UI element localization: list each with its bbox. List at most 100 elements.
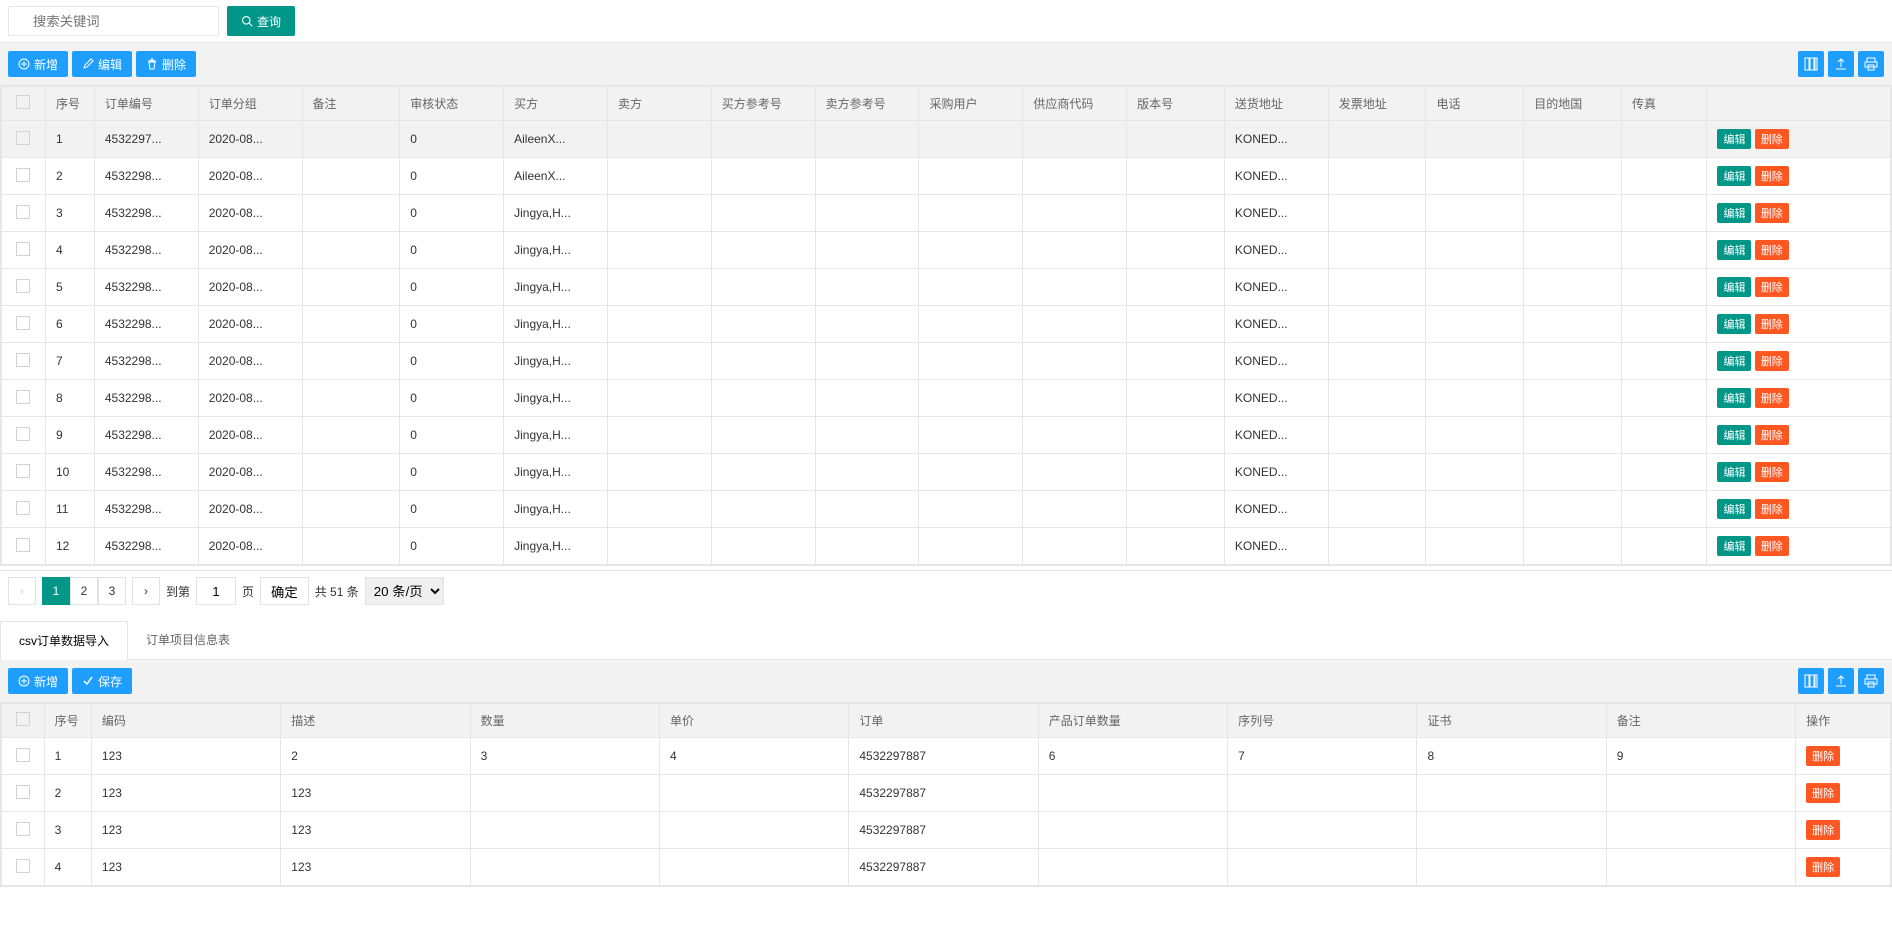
row-checkbox[interactable] bbox=[16, 279, 30, 293]
row-edit-button[interactable]: 编辑 bbox=[1717, 462, 1751, 482]
table-row[interactable]: 21231234532297887删除 bbox=[2, 775, 1891, 812]
row-checkbox[interactable] bbox=[16, 316, 30, 330]
row-checkbox[interactable] bbox=[16, 205, 30, 219]
row-checkbox[interactable] bbox=[16, 427, 30, 441]
row-edit-button[interactable]: 编辑 bbox=[1717, 314, 1751, 334]
page-number-button[interactable]: 1 bbox=[42, 577, 70, 605]
edit-button[interactable]: 编辑 bbox=[72, 51, 132, 77]
row-delete-button[interactable]: 删除 bbox=[1755, 351, 1789, 371]
select-all-checkbox[interactable] bbox=[16, 95, 30, 109]
row-checkbox[interactable] bbox=[16, 859, 30, 873]
cell bbox=[1426, 306, 1524, 343]
goto-input[interactable] bbox=[196, 577, 236, 605]
row-checkbox[interactable] bbox=[16, 131, 30, 145]
row-delete-button[interactable]: 删除 bbox=[1806, 857, 1840, 877]
page-number-button[interactable]: 2 bbox=[70, 577, 98, 605]
table-row[interactable]: 54532298...2020-08...0Jingya,H...KONED..… bbox=[2, 269, 1891, 306]
page-next-button[interactable]: › bbox=[132, 577, 160, 605]
table-row[interactable]: 94532298...2020-08...0Jingya,H...KONED..… bbox=[2, 417, 1891, 454]
page-number-button[interactable]: 3 bbox=[98, 577, 126, 605]
columns-icon bbox=[1804, 57, 1818, 71]
table-row[interactable]: 64532298...2020-08...0Jingya,H...KONED..… bbox=[2, 306, 1891, 343]
search-input[interactable] bbox=[8, 6, 219, 36]
page-prev-button[interactable]: ‹ bbox=[8, 577, 36, 605]
row-edit-button[interactable]: 编辑 bbox=[1717, 425, 1751, 445]
row-checkbox[interactable] bbox=[16, 464, 30, 478]
table-row[interactable]: 104532298...2020-08...0Jingya,H...KONED.… bbox=[2, 454, 1891, 491]
sub-add-button[interactable]: 新增 bbox=[8, 668, 68, 694]
tab-order-items[interactable]: 订单项目信息表 bbox=[128, 621, 248, 659]
table-row[interactable]: 34532298...2020-08...0Jingya,H...KONED..… bbox=[2, 195, 1891, 232]
cell bbox=[1621, 417, 1707, 454]
query-button[interactable]: 查询 bbox=[227, 6, 295, 36]
table-row[interactable]: 41231234532297887删除 bbox=[2, 849, 1891, 886]
cell: Jingya,H... bbox=[504, 417, 608, 454]
row-delete-button[interactable]: 删除 bbox=[1755, 240, 1789, 260]
row-checkbox[interactable] bbox=[16, 501, 30, 515]
sub-print-button[interactable] bbox=[1858, 668, 1884, 694]
row-edit-button[interactable]: 编辑 bbox=[1717, 277, 1751, 297]
table-row[interactable]: 31231234532297887删除 bbox=[2, 812, 1891, 849]
sub-save-button[interactable]: 保存 bbox=[72, 668, 132, 694]
row-delete-button[interactable]: 删除 bbox=[1755, 166, 1789, 186]
row-delete-button[interactable]: 删除 bbox=[1755, 536, 1789, 556]
row-delete-button[interactable]: 删除 bbox=[1806, 820, 1840, 840]
sub-columns-button[interactable] bbox=[1798, 668, 1824, 694]
sub-export-button[interactable] bbox=[1828, 668, 1854, 694]
check-icon bbox=[82, 675, 94, 687]
row-checkbox[interactable] bbox=[16, 785, 30, 799]
cell: 2 bbox=[44, 775, 91, 812]
print-button[interactable] bbox=[1858, 51, 1884, 77]
cell: 12 bbox=[45, 528, 94, 565]
row-delete-button[interactable]: 删除 bbox=[1806, 746, 1840, 766]
row-edit-button[interactable]: 编辑 bbox=[1717, 203, 1751, 223]
row-checkbox[interactable] bbox=[16, 538, 30, 552]
export-button[interactable] bbox=[1828, 51, 1854, 77]
row-edit-button[interactable]: 编辑 bbox=[1717, 388, 1751, 408]
tab-csv-import[interactable]: csv订单数据导入 bbox=[0, 621, 128, 660]
row-checkbox[interactable] bbox=[16, 822, 30, 836]
row-delete-button[interactable]: 删除 bbox=[1755, 277, 1789, 297]
add-button[interactable]: 新增 bbox=[8, 51, 68, 77]
row-checkbox[interactable] bbox=[16, 390, 30, 404]
cell: 4532297887 bbox=[849, 849, 1038, 886]
per-page-select[interactable]: 20 条/页 bbox=[365, 577, 444, 605]
table-row[interactable]: 112323445322978876789删除 bbox=[2, 738, 1891, 775]
row-checkbox[interactable] bbox=[16, 353, 30, 367]
columns-button[interactable] bbox=[1798, 51, 1824, 77]
sub-select-all-checkbox[interactable] bbox=[16, 712, 30, 726]
row-edit-button[interactable]: 编辑 bbox=[1717, 351, 1751, 371]
table-row[interactable]: 84532298...2020-08...0Jingya,H...KONED..… bbox=[2, 380, 1891, 417]
row-delete-button[interactable]: 删除 bbox=[1755, 203, 1789, 223]
table-row[interactable]: 74532298...2020-08...0Jingya,H...KONED..… bbox=[2, 343, 1891, 380]
main-col-header: 发票地址 bbox=[1328, 87, 1426, 121]
row-checkbox[interactable] bbox=[16, 168, 30, 182]
query-label: 查询 bbox=[257, 13, 281, 30]
row-edit-button[interactable]: 编辑 bbox=[1717, 166, 1751, 186]
row-delete-button[interactable]: 删除 bbox=[1755, 499, 1789, 519]
row-checkbox[interactable] bbox=[16, 748, 30, 762]
row-delete-button[interactable]: 删除 bbox=[1755, 425, 1789, 445]
row-edit-button[interactable]: 编辑 bbox=[1717, 536, 1751, 556]
row-delete-button[interactable]: 删除 bbox=[1755, 129, 1789, 149]
table-row[interactable]: 44532298...2020-08...0Jingya,H...KONED..… bbox=[2, 232, 1891, 269]
table-row[interactable]: 114532298...2020-08...0Jingya,H...KONED.… bbox=[2, 491, 1891, 528]
row-edit-button[interactable]: 编辑 bbox=[1717, 129, 1751, 149]
cell bbox=[1621, 195, 1707, 232]
row-delete-button[interactable]: 删除 bbox=[1755, 314, 1789, 334]
delete-button[interactable]: 删除 bbox=[136, 51, 196, 77]
row-checkbox[interactable] bbox=[16, 242, 30, 256]
table-row[interactable]: 124532298...2020-08...0Jingya,H...KONED.… bbox=[2, 528, 1891, 565]
cell bbox=[1038, 775, 1227, 812]
goto-confirm-button[interactable]: 确定 bbox=[260, 577, 309, 605]
table-row[interactable]: 24532298...2020-08...0AileenX...KONED...… bbox=[2, 158, 1891, 195]
row-edit-button[interactable]: 编辑 bbox=[1717, 240, 1751, 260]
table-row[interactable]: 14532297...2020-08...0AileenX...KONED...… bbox=[2, 121, 1891, 158]
row-delete-button[interactable]: 删除 bbox=[1806, 783, 1840, 803]
row-delete-button[interactable]: 删除 bbox=[1755, 462, 1789, 482]
cell bbox=[919, 417, 1023, 454]
cell bbox=[607, 343, 711, 380]
row-delete-button[interactable]: 删除 bbox=[1755, 388, 1789, 408]
cell: Jingya,H... bbox=[504, 269, 608, 306]
row-edit-button[interactable]: 编辑 bbox=[1717, 499, 1751, 519]
